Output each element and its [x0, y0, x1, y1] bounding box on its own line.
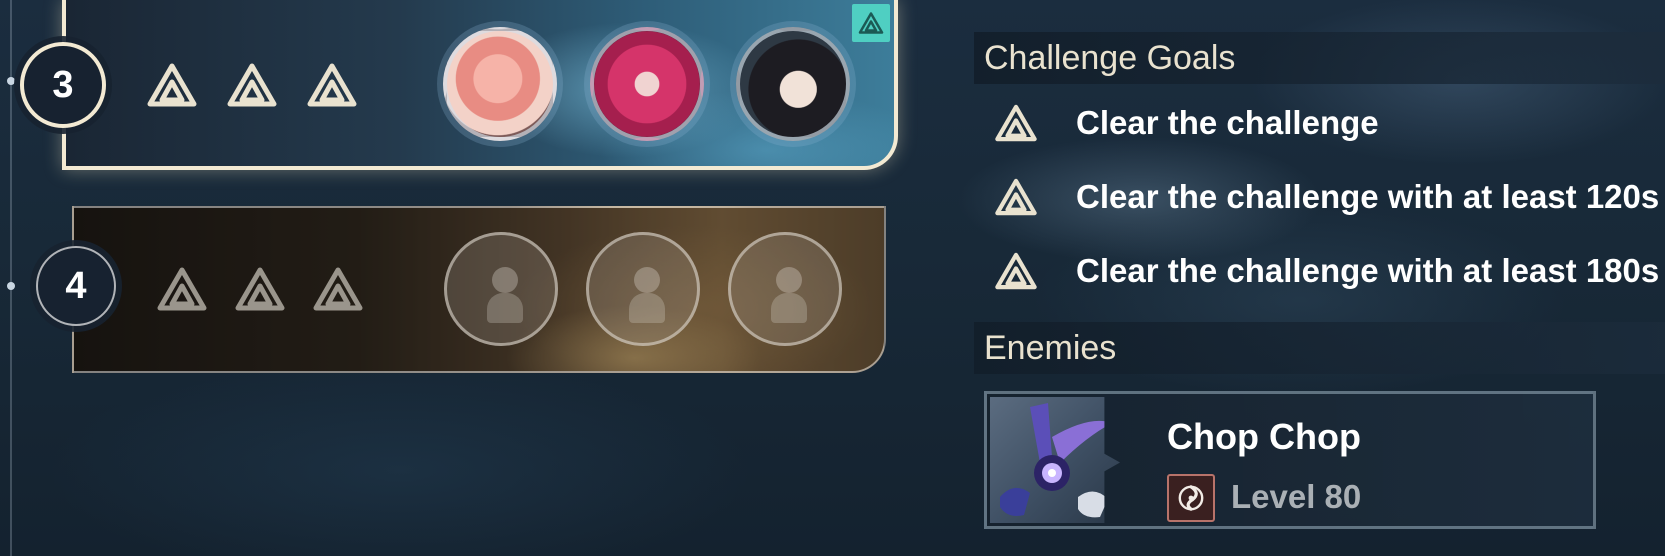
goal-text: Clear the challenge	[1076, 104, 1379, 141]
stage-number-badge: 4	[36, 246, 116, 326]
timeline-dot	[7, 282, 15, 290]
rune-icon-earned	[226, 62, 278, 108]
rune-icon-unearned	[156, 266, 208, 312]
rune-icon	[994, 103, 1038, 143]
empty-team-slot[interactable]	[444, 232, 558, 346]
enemy-name: Chop Chop	[1167, 416, 1361, 457]
goal-item: Clear the challenge	[994, 98, 1379, 148]
goal-text: Clear the challenge with at least 120s	[1076, 178, 1660, 215]
challenge-goals-header: Challenge Goals	[974, 32, 1665, 84]
enemies-header: Enemies	[974, 322, 1665, 374]
selected-stage-marker-icon	[852, 4, 890, 42]
empty-team-slot[interactable]	[586, 232, 700, 346]
havoc-element-icon	[1167, 474, 1215, 522]
enemy-portrait	[990, 397, 1120, 523]
goal-text: Clear the challenge with at least 180s	[1076, 252, 1660, 289]
timeline-dot	[7, 77, 15, 85]
goal-item: Clear the challenge with at least 180s	[994, 246, 1659, 296]
enemy-level: Level 80	[1231, 478, 1362, 515]
rune-icon	[994, 177, 1038, 217]
team-member-avatar[interactable]	[590, 27, 704, 141]
team-member-avatar[interactable]	[443, 27, 557, 141]
team-member-avatar[interactable]	[736, 27, 850, 141]
goal-item: Clear the challenge with at least 120s	[994, 172, 1659, 222]
empty-team-slot[interactable]	[728, 232, 842, 346]
rune-icon-unearned	[312, 266, 364, 312]
rune-icon-earned	[306, 62, 358, 108]
stage-number-badge: 3	[20, 42, 106, 128]
rune-icon-unearned	[234, 266, 286, 312]
enemy-card[interactable]: Chop Chop Level 80	[984, 391, 1596, 529]
rune-icon-earned	[146, 62, 198, 108]
rune-icon	[994, 251, 1038, 291]
